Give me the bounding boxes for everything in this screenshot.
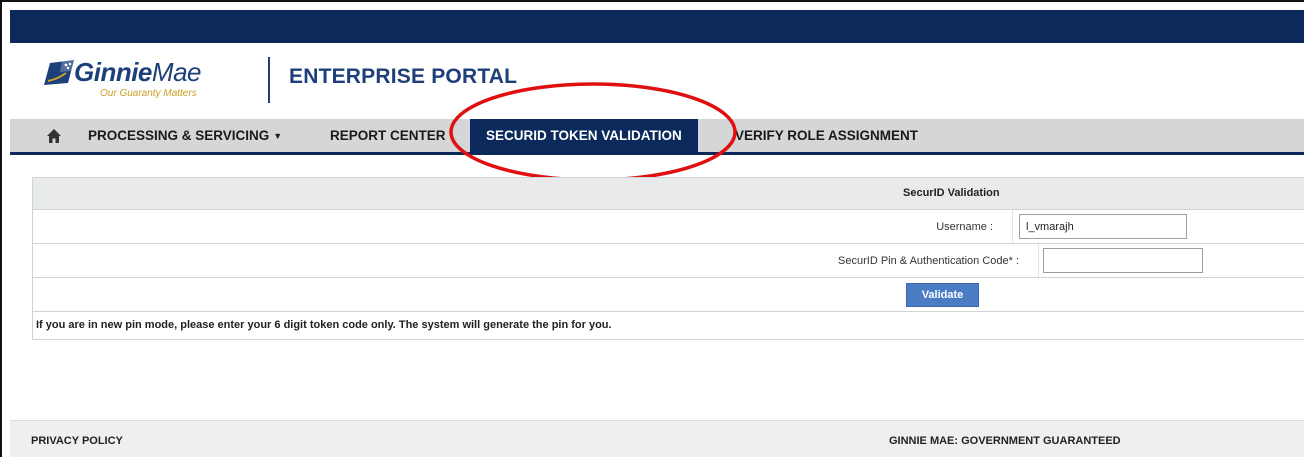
nav-processing-servicing[interactable]: PROCESSING & SERVICING ▼	[88, 119, 282, 152]
site-header: GinnieMae Our Guaranty Matters ENTERPRIS…	[10, 43, 1304, 119]
header-divider	[268, 57, 270, 103]
privacy-policy-link[interactable]: PRIVACY POLICY	[31, 435, 123, 447]
nav-processing-servicing-label: PROCESSING & SERVICING	[88, 128, 270, 143]
securid-validation-form: SecurID Validation Username: SecurID Pin…	[32, 177, 1304, 340]
new-pin-mode-note: If you are in new pin mode, please enter…	[36, 319, 612, 331]
brand-name-bold: Ginnie	[74, 57, 152, 87]
brand-tagline: Our Guaranty Matters	[100, 88, 197, 99]
username-label: Username:	[936, 221, 993, 233]
screenshot-frame: GinnieMae Our Guaranty Matters ENTERPRIS…	[0, 0, 1304, 457]
pin-label: SecurID Pin & Authentication Code*:	[838, 255, 1019, 267]
form-header: SecurID Validation	[32, 177, 1304, 210]
note-row: If you are in new pin mode, please enter…	[32, 312, 1304, 340]
validate-row: Validate	[32, 278, 1304, 312]
brand-name-light: Mae	[151, 57, 202, 87]
brand-name: GinnieMae	[74, 57, 201, 88]
portal-title: ENTERPRISE PORTAL	[289, 65, 518, 88]
site-footer: PRIVACY POLICY GINNIE MAE: GOVERNMENT GU…	[10, 420, 1304, 457]
government-guaranteed-text: GINNIE MAE: GOVERNMENT GUARANTEED	[889, 435, 1121, 447]
ginnie-mae-logo[interactable]: GinnieMae Our Guaranty Matters	[44, 55, 254, 107]
nav-verify-role-assignment[interactable]: VERIFY ROLE ASSIGNMENT	[735, 119, 918, 152]
row-separator	[1038, 244, 1039, 277]
username-label-text: Username	[936, 221, 987, 233]
nav-securid-token-validation[interactable]: SECURID TOKEN VALIDATION	[470, 119, 698, 152]
securid-pin-input[interactable]	[1043, 248, 1203, 273]
username-label-colon: :	[989, 221, 993, 233]
nav-report-center[interactable]: REPORT CENTER	[330, 119, 446, 152]
home-icon[interactable]	[46, 128, 62, 144]
row-separator	[1012, 210, 1013, 243]
pin-label-colon: :	[1015, 255, 1019, 267]
main-navigation: PROCESSING & SERVICING ▼ REPORT CENTER SE…	[10, 119, 1304, 155]
form-title: SecurID Validation	[903, 187, 1000, 199]
pin-label-text: SecurID Pin & Authentication Code*	[838, 255, 1013, 267]
chevron-down-icon: ▼	[273, 131, 283, 141]
username-row: Username:	[32, 210, 1304, 244]
pin-row: SecurID Pin & Authentication Code*:	[32, 244, 1304, 278]
validate-button[interactable]: Validate	[906, 283, 979, 307]
username-input[interactable]	[1019, 214, 1187, 239]
top-banner	[10, 10, 1304, 43]
